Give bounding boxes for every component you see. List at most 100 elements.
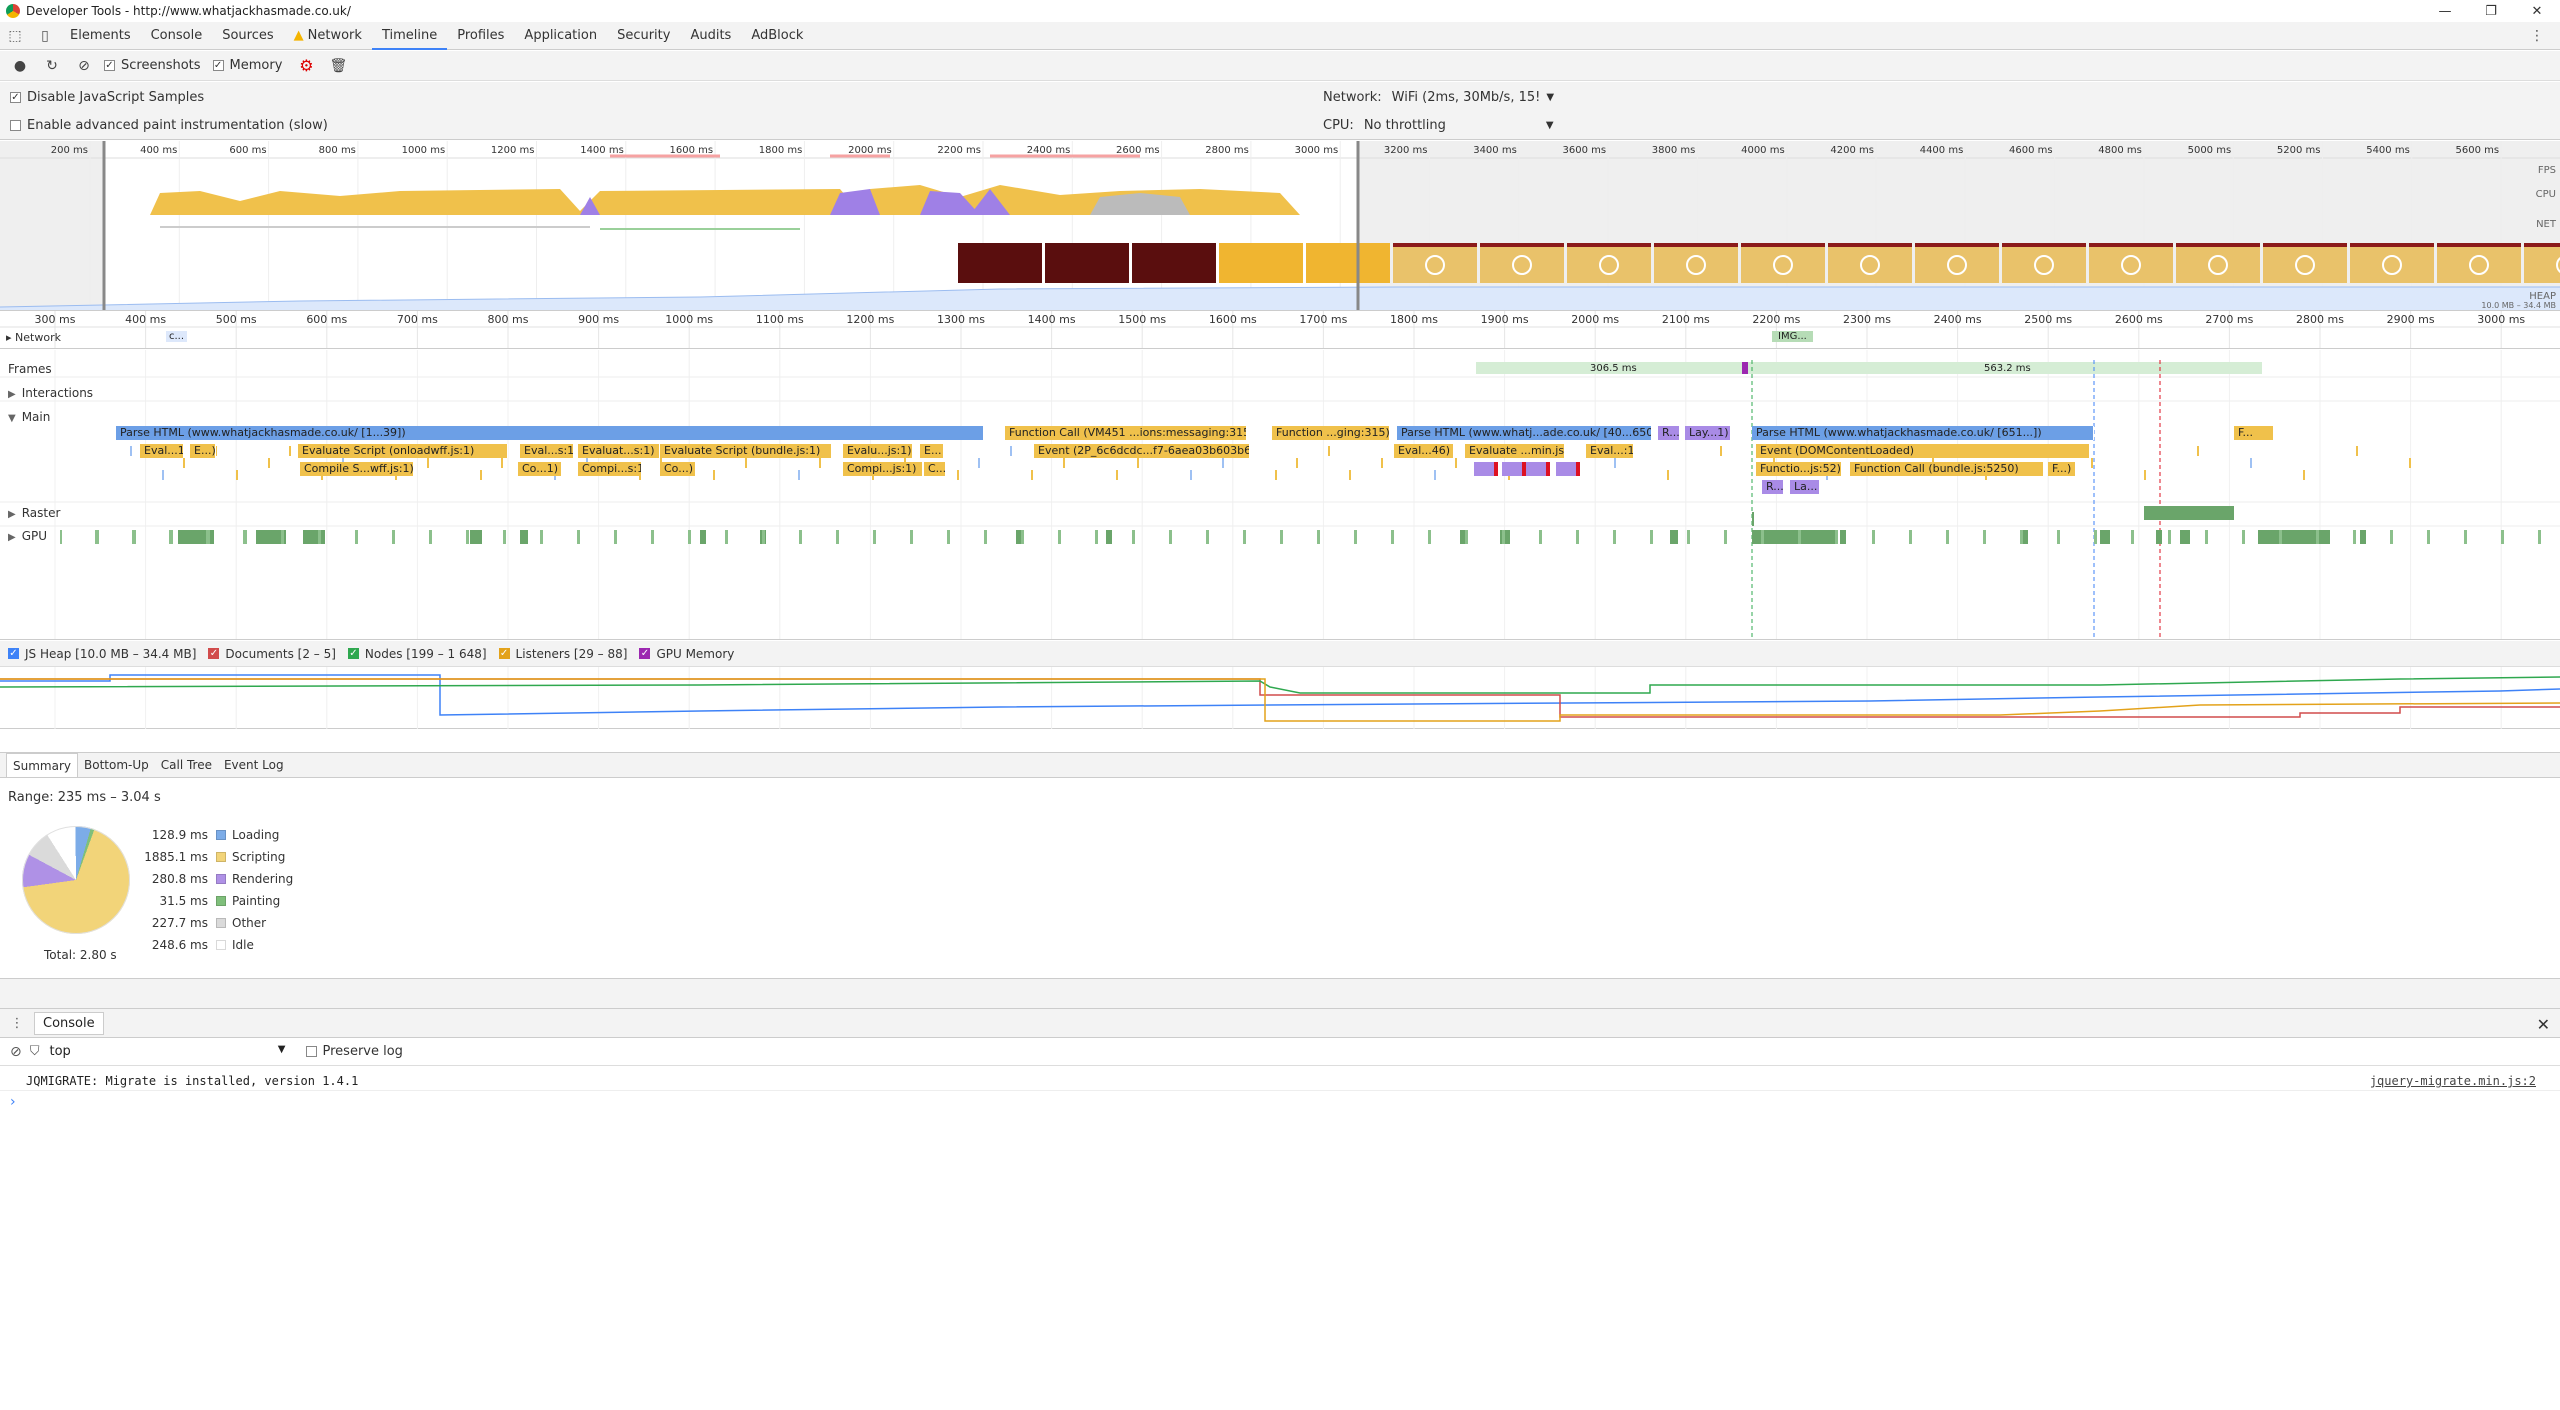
nodes-counter[interactable]: ✓ Nodes [199 – 1 648] [347,647,487,661]
more-menu-icon[interactable]: ⋮ [2530,28,2544,44]
flame-block-row2[interactable]: Evaluate Script (onloadwff.js:1) [298,444,508,458]
flame-block-row3[interactable]: C... [924,462,946,476]
gpu-task[interactable] [2100,530,2110,544]
flame-block-row2[interactable]: Eval...s:1) [520,444,574,458]
tab-bottom-up[interactable]: Bottom-Up [78,753,155,777]
flame-block-row3[interactable]: Compi...js:1) [843,462,923,476]
raster-task[interactable] [2144,506,2234,520]
flame-block-row2[interactable]: Evaluate ...min.js:1) [1465,444,1565,458]
js-heap-counter[interactable]: ✓ JS Heap [10.0 MB – 34.4 MB] [8,647,196,661]
flame-block-row2[interactable]: Evaluate Script (bundle.js:1) [660,444,832,458]
gpu-task[interactable] [2180,530,2190,544]
flame-block-row1[interactable]: Parse HTML (www.whatj...ade.co.uk/ [40..… [1397,426,1652,440]
flame-block-row1[interactable]: Parse HTML (www.whatjackhasmade.co.uk/ [… [1752,426,2094,440]
gpu-track-label[interactable]: ▶ GPU [8,529,47,543]
flame-block-row3[interactable]: Co...1) [518,462,562,476]
gpu-task[interactable] [700,530,706,544]
timeline-overview[interactable]: 200 ms 400 ms 600 ms 800 ms 1000 ms 1200 ms 14… [0,141,2560,311]
clear-console-icon[interactable]: ⊘ [10,1044,22,1060]
gpu-task[interactable] [2258,530,2330,544]
flame-block-row1[interactable]: F... [2234,426,2274,440]
gpu-memory-counter[interactable]: ✓ GPU Memory [639,647,734,661]
flame-block-row2[interactable]: E... [920,444,944,458]
flame-block-row1[interactable]: R... [1658,426,1680,440]
tab-elements[interactable]: Elements [60,22,141,50]
flame-block-row3[interactable]: Compi...s:1) [578,462,642,476]
flame-block-row3[interactable]: Co...) [660,462,696,476]
flame-block-row2[interactable]: E...) [190,444,216,458]
listeners-counter[interactable]: ✓ Listeners [29 – 88] [498,647,627,661]
tab-timeline[interactable]: Timeline [371,22,448,50]
minimize-icon[interactable]: — [2422,0,2468,22]
flame-block-row4[interactable]: La... [1790,480,1820,494]
flame-block-row1[interactable]: Parse HTML (www.whatjackhasmade.co.uk/ [… [116,426,984,440]
gpu-task[interactable] [470,530,482,544]
drawer-menu-icon[interactable]: ⋮ [0,1016,34,1031]
flame-chart[interactable]: 306.5 ms 563.2 ms Frames ▶ Interactions ▼… [0,350,2560,640]
dropdown-arrow-icon[interactable]: ▼ [1546,92,1554,103]
preserve-log-checkbox[interactable]: Preserve log [305,1044,403,1059]
close-icon[interactable]: ✕ [2514,0,2560,22]
memory-checkbox[interactable]: ✓ Memory [212,58,282,73]
flame-block-row2[interactable]: Event (2P_6c6dcdc...f7-6aea03b603b6) [1034,444,1250,458]
gpu-task[interactable] [2156,530,2162,544]
gpu-task[interactable] [1670,530,1678,544]
main-track-label[interactable]: ▼ Main [8,410,50,424]
flame-block-row2[interactable]: Evalu...js:1) [843,444,913,458]
flame-block-row3[interactable]: Compile S...wff.js:1) [300,462,414,476]
maximize-icon[interactable]: ❐ [2468,0,2514,22]
flame-block-row4[interactable]: R... [1762,480,1784,494]
network-throttle-select[interactable]: WiFi (2ms, 30Mb/s, 15! [1392,90,1541,105]
console-drawer-tab[interactable]: Console [34,1011,104,1035]
raster-track-label[interactable]: ▶ Raster [8,506,60,520]
cpu-throttle-select[interactable]: No throttling [1364,118,1446,133]
flame-block-paint[interactable] [1474,462,1498,476]
device-toolbar-icon[interactable]: ▯ [30,22,60,50]
network-track-label[interactable]: ▸ Network [6,331,61,344]
gpu-task[interactable] [1840,530,1846,544]
tab-audits[interactable]: Audits [680,22,741,50]
console-prompt[interactable]: › [10,1094,16,1110]
flame-block-paint[interactable] [1502,462,1526,476]
tab-summary[interactable]: Summary [6,753,78,777]
flame-block-row2[interactable]: Eval...1) [140,444,184,458]
interactions-track-label[interactable]: ▶ Interactions [8,386,93,400]
gpu-task[interactable] [1106,530,1112,544]
flame-block-row2[interactable]: Event (DOMContentLoaded) [1756,444,2090,458]
tab-sources[interactable]: Sources [212,22,283,50]
tab-console[interactable]: Console [141,22,213,50]
memory-counters-graph[interactable] [0,667,2560,729]
gpu-task[interactable] [2360,530,2366,544]
tab-security[interactable]: Security [607,22,680,50]
tab-network[interactable]: ▲ Network [284,22,372,50]
flame-block-row3[interactable]: Function Call (bundle.js:5250) [1850,462,2044,476]
flame-block-row2[interactable]: Eval...:1) [1586,444,1634,458]
frames-track-label[interactable]: Frames [8,362,52,376]
network-request-bar[interactable]: IMG... [1772,331,1813,342]
advanced-paint-checkbox[interactable]: Enable advanced paint instrumentation (s… [10,118,340,133]
record-button[interactable]: ● [8,54,32,78]
disable-js-samples-checkbox[interactable]: ✓ Disable JavaScript Samples [10,90,216,105]
filter-icon[interactable]: ⛉ [30,1044,40,1059]
console-message-source-link[interactable]: jquery-migrate.min.js:2 [2370,1071,2536,1091]
inspect-element-icon[interactable]: ⬚ [0,22,30,50]
flame-block-paint[interactable] [1526,462,1550,476]
close-drawer-icon[interactable]: ✕ [2537,1015,2550,1034]
capture-settings-icon[interactable]: ⚙ [294,54,318,78]
screenshots-checkbox[interactable]: ✓ Screenshots [104,58,201,73]
clear-button[interactable]: ⊘ [72,54,96,78]
flame-block-row2[interactable]: Evaluat...s:1) [578,444,660,458]
drawer-divider[interactable] [0,978,2560,1008]
flame-block-row1[interactable]: Function ...ging:315) [1272,426,1390,440]
documents-counter[interactable]: ✓ Documents [2 – 5] [208,647,336,661]
garbage-collect-icon[interactable]: 🗑 [326,54,350,78]
reload-record-button[interactable]: ↻ [40,54,64,78]
tab-profiles[interactable]: Profiles [447,22,514,50]
flame-block-row2[interactable]: Eval...46) [1394,444,1454,458]
gpu-task[interactable] [520,530,528,544]
network-request-bar[interactable]: c... [166,331,188,342]
flame-block-row3[interactable]: F...) [2048,462,2076,476]
tab-adblock[interactable]: AdBlock [741,22,813,50]
tab-event-log[interactable]: Event Log [218,753,290,777]
context-select[interactable]: top ▼ [50,1044,286,1059]
